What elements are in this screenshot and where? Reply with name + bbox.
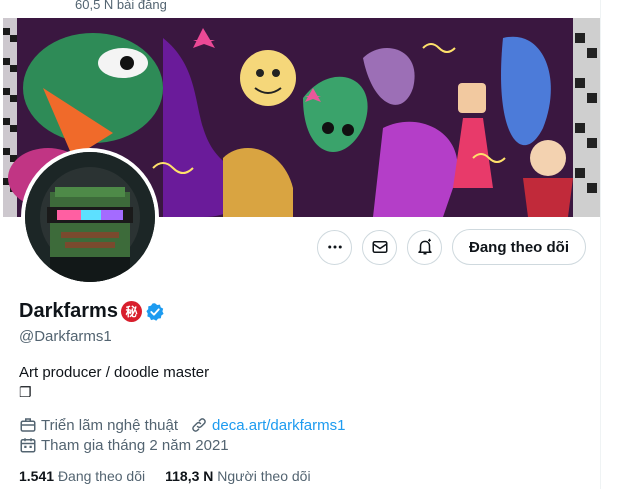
joined-date: Tham gia tháng 2 năm 2021 [41, 436, 229, 454]
website-item[interactable]: deca.art/darkfarms1 [190, 416, 345, 434]
message-icon [372, 241, 387, 253]
more-icon [327, 245, 342, 249]
category-label: Triển lãm nghệ thuật [41, 416, 179, 434]
verified-badge-icon[interactable] [145, 302, 165, 322]
notification-bell-icon [417, 238, 432, 255]
link-icon [192, 418, 206, 432]
following-stat[interactable]: 1.541 Đang theo dõi [19, 468, 145, 484]
display-name: Darkfarms [19, 300, 118, 322]
bio: Art producer / doodle master [19, 364, 210, 381]
calendar-icon [20, 438, 36, 453]
website-link[interactable]: deca.art/darkfarms1 [212, 417, 345, 434]
bio-symbol: ❐ [19, 384, 32, 400]
followers-stat[interactable]: 118,3 N Người theo dõi [165, 468, 310, 484]
profile-avatar[interactable] [21, 148, 159, 286]
more-button[interactable] [317, 229, 352, 265]
posts-count: 60,5 N bài đăng [75, 0, 167, 12]
handle: @Darkfarms1 [19, 328, 112, 345]
following-button[interactable]: Đang theo dõi [452, 229, 586, 265]
secret-emoji-icon: 秘 [120, 301, 142, 322]
followers-label: Người theo dõi [217, 468, 311, 484]
notification-button[interactable] [407, 229, 442, 265]
following-label: Đang theo dõi [57, 468, 146, 484]
column-divider [600, 0, 601, 489]
following-count: 1.541 [19, 468, 55, 484]
briefcase-icon [20, 418, 36, 432]
message-button[interactable] [362, 229, 397, 265]
category-item: Triển lãm nghệ thuật [19, 416, 178, 434]
followers-count: 118,3 N [165, 468, 214, 484]
joined-item: Tham gia tháng 2 năm 2021 [19, 436, 229, 454]
